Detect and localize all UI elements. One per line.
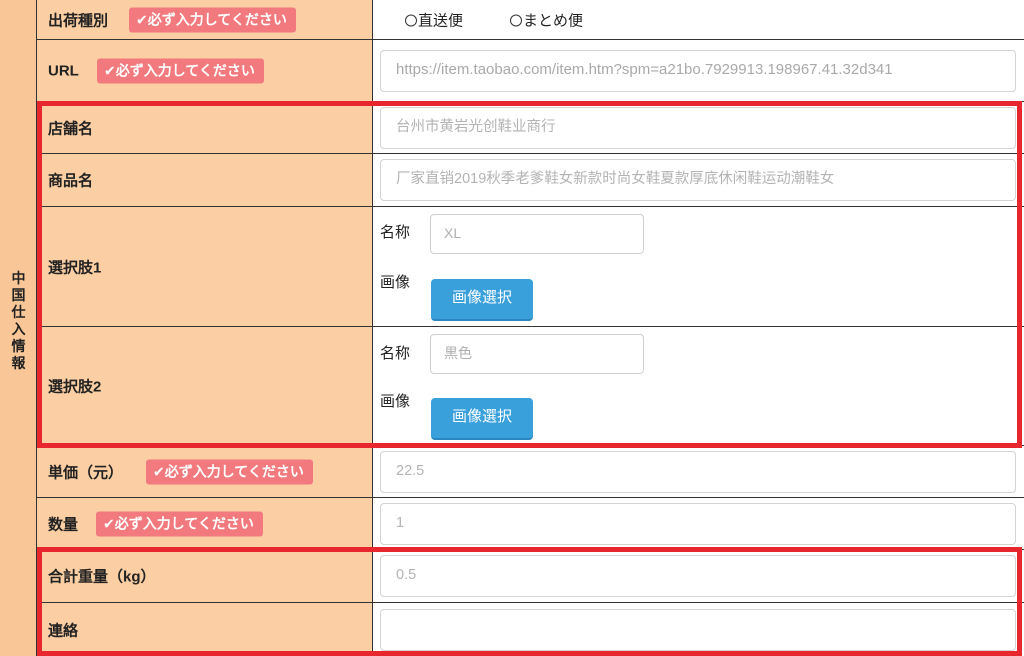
unit-price-cell: 22.5 bbox=[373, 446, 1024, 497]
required-badge: ✔必ず入力してください bbox=[129, 7, 296, 32]
contact-input[interactable] bbox=[380, 608, 1016, 651]
required-badge: ✔必ず入力してください bbox=[97, 58, 264, 83]
shop-name-cell: 台州市黄岩光创鞋业商行 bbox=[373, 102, 1024, 153]
row-quantity: 数量 ✔必ず入力してください 1 bbox=[37, 498, 1024, 550]
quantity-input[interactable]: 1 bbox=[380, 502, 1016, 545]
shop-name-label: 店舗名 bbox=[48, 120, 94, 137]
option-2-name-label: 名称 bbox=[380, 345, 411, 362]
shipping-type-label: 出荷種別 bbox=[48, 12, 109, 29]
radio-label: まとめ便 bbox=[523, 12, 584, 29]
url-input[interactable]: https://item.taobao.com/item.htm?spm=a21… bbox=[380, 49, 1016, 92]
required-badge: ✔必ず入力してください bbox=[146, 459, 313, 484]
option-2-image-select-button[interactable]: 画像選択 bbox=[431, 398, 533, 440]
radio-consolidated-shipping[interactable]: まとめ便 bbox=[510, 9, 583, 30]
contact-cell bbox=[373, 603, 1024, 656]
quantity-cell: 1 bbox=[373, 498, 1024, 549]
total-weight-input[interactable]: 0.5 bbox=[380, 555, 1016, 597]
row-label-cell: 選択肢2 bbox=[37, 327, 373, 445]
product-name-cell: 厂家直销2019秋季老爹鞋女新款时尚女鞋夏款厚底休闲鞋运动潮鞋女 bbox=[373, 154, 1024, 206]
row-label-cell: 選択肢1 bbox=[37, 207, 373, 326]
required-badge: ✔必ず入力してください bbox=[96, 511, 263, 536]
option-2-cell: 名称 黒色 画像 画像選択 bbox=[373, 327, 1024, 445]
row-shop-name: 店舗名 台州市黄岩光创鞋业商行 bbox=[37, 102, 1024, 154]
row-url: URL ✔必ず入力してください https://item.taobao.com/… bbox=[37, 40, 1024, 102]
row-label-cell: 数量 ✔必ず入力してください bbox=[37, 498, 373, 549]
row-option-1: 選択肢1 名称 XL 画像 画像選択 bbox=[37, 207, 1024, 327]
shop-name-input[interactable]: 台州市黄岩光创鞋业商行 bbox=[380, 106, 1016, 149]
url-label: URL bbox=[48, 62, 79, 79]
row-option-2: 選択肢2 名称 黒色 画像 画像選択 bbox=[37, 327, 1024, 446]
option-1-image-select-button[interactable]: 画像選択 bbox=[431, 279, 533, 321]
option-1-name-label: 名称 bbox=[380, 224, 411, 241]
contact-label: 連絡 bbox=[48, 622, 79, 639]
option-1-cell: 名称 XL 画像 画像選択 bbox=[373, 207, 1024, 326]
total-weight-cell: 0.5 bbox=[373, 550, 1024, 602]
row-product-name: 商品名 厂家直销2019秋季老爹鞋女新款时尚女鞋夏款厚底休闲鞋运动潮鞋女 bbox=[37, 154, 1024, 207]
option-2-name-input[interactable]: 黒色 bbox=[430, 334, 644, 374]
radio-circle-icon bbox=[510, 14, 522, 26]
row-label-cell: 合計重量（kg） bbox=[37, 550, 373, 602]
radio-circle-icon bbox=[405, 14, 417, 26]
section-label-china-purchase-info: 中 国 仕 入 情 報 bbox=[11, 270, 26, 371]
row-label-cell: 出荷種別 ✔必ず入力してください bbox=[37, 0, 373, 39]
option-1-label: 選択肢1 bbox=[48, 259, 102, 276]
shipping-type-options: 直送便 まとめ便 bbox=[373, 0, 1024, 39]
row-label-cell: 店舗名 bbox=[37, 102, 373, 153]
option-2-image-label: 画像 bbox=[380, 393, 411, 410]
product-name-input[interactable]: 厂家直销2019秋季老爹鞋女新款时尚女鞋夏款厚底休闲鞋运动潮鞋女 bbox=[380, 159, 1016, 201]
row-label-cell: 商品名 bbox=[37, 154, 373, 206]
product-name-label: 商品名 bbox=[48, 172, 94, 190]
row-unit-price: 単価（元） ✔必ず入力してください 22.5 bbox=[37, 446, 1024, 498]
total-weight-label: 合計重量（kg） bbox=[48, 568, 156, 586]
radio-label: 直送便 bbox=[418, 12, 464, 29]
row-label-cell: 単価（元） ✔必ず入力してください bbox=[37, 446, 373, 497]
row-contact: 連絡 bbox=[37, 603, 1024, 656]
unit-price-label: 単価（元） bbox=[48, 464, 124, 481]
row-label-cell: 連絡 bbox=[37, 603, 373, 656]
unit-price-input[interactable]: 22.5 bbox=[380, 450, 1016, 493]
row-label-cell: URL ✔必ず入力してください bbox=[37, 40, 373, 101]
radio-direct-shipping[interactable]: 直送便 bbox=[405, 9, 463, 30]
url-cell: https://item.taobao.com/item.htm?spm=a21… bbox=[373, 40, 1024, 101]
row-shipping-type: 出荷種別 ✔必ず入力してください 直送便 まとめ便 bbox=[37, 0, 1024, 40]
option-1-name-input[interactable]: XL bbox=[430, 214, 644, 254]
quantity-label: 数量 bbox=[48, 516, 79, 533]
option-2-label: 選択肢2 bbox=[48, 378, 102, 396]
option-1-image-label: 画像 bbox=[380, 274, 411, 291]
row-total-weight: 合計重量（kg） 0.5 bbox=[37, 550, 1024, 603]
